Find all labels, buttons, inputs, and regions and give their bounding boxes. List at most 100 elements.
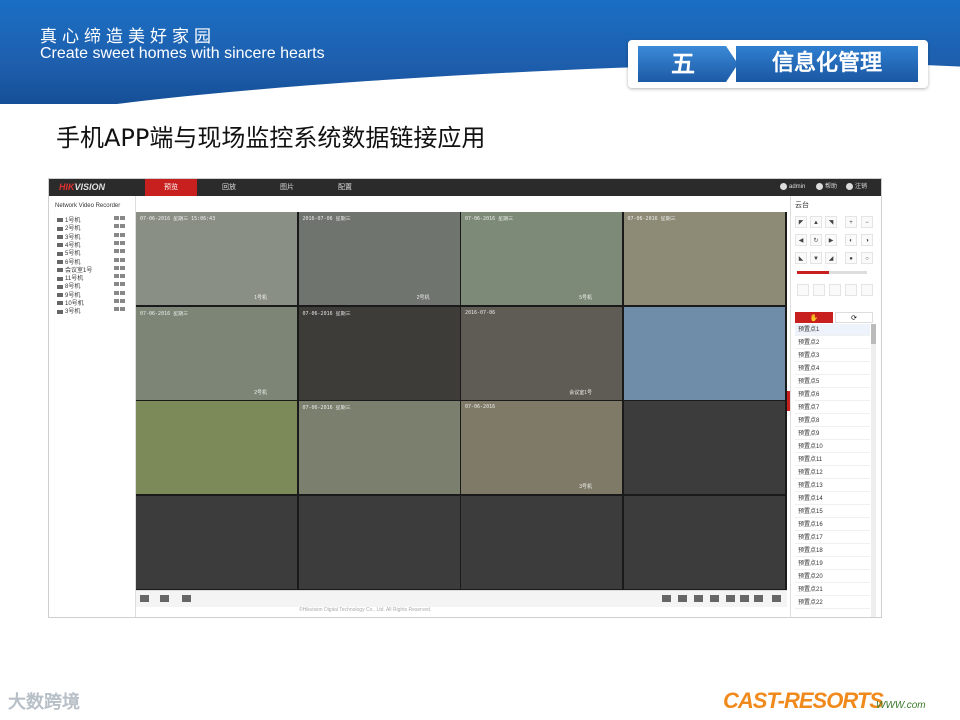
device-item[interactable]: 1号机 bbox=[57, 215, 131, 224]
video-tile[interactable]: 07-06-2016 星期三 5号机 bbox=[461, 212, 622, 305]
tab-presets[interactable]: ✋ bbox=[795, 312, 833, 323]
video-tile[interactable] bbox=[623, 401, 785, 494]
preset-item[interactable]: 预置点1 bbox=[795, 324, 870, 336]
ptz-auto-icon[interactable]: ↻ bbox=[810, 234, 822, 246]
device-item[interactable]: 8号机 bbox=[57, 281, 131, 290]
preset-item[interactable]: 预置点3 bbox=[795, 350, 870, 362]
preset-item[interactable]: 预置点20 bbox=[795, 571, 870, 583]
empty-video-tile[interactable] bbox=[461, 495, 622, 589]
device-item[interactable]: 5号机 bbox=[57, 248, 131, 257]
video-tile[interactable] bbox=[623, 306, 785, 400]
device-item[interactable]: 4号机 bbox=[57, 240, 131, 249]
help-link[interactable]: 帮助 bbox=[816, 179, 837, 196]
preset-scrollbar[interactable] bbox=[871, 324, 876, 617]
preset-item[interactable]: 预置点15 bbox=[795, 506, 870, 518]
device-actions[interactable] bbox=[113, 290, 127, 296]
zoom-icon[interactable] bbox=[710, 595, 719, 602]
device-item[interactable]: 2号机 bbox=[57, 223, 131, 232]
device-item[interactable]: 9号机 bbox=[57, 290, 131, 299]
fullscreen-icon[interactable] bbox=[772, 595, 781, 602]
device-actions[interactable] bbox=[113, 299, 127, 304]
device-actions[interactable] bbox=[113, 265, 127, 271]
preset-item[interactable]: 预置点4 bbox=[795, 363, 870, 375]
preset-item[interactable]: 预置点8 bbox=[795, 415, 870, 427]
microphone-icon[interactable] bbox=[182, 595, 191, 602]
focus-far-icon[interactable]: ◑ bbox=[861, 234, 873, 246]
init-lens-icon[interactable] bbox=[845, 284, 857, 296]
next-page-icon[interactable] bbox=[740, 595, 749, 602]
ptz-right-icon[interactable]: ▶ bbox=[825, 234, 837, 246]
zoom-out-icon[interactable]: − bbox=[861, 216, 873, 228]
stream-icon[interactable] bbox=[160, 595, 169, 602]
iris-close-icon[interactable]: ○ bbox=[861, 252, 873, 264]
ptz-down-left-icon[interactable]: ◣ bbox=[795, 252, 807, 264]
empty-video-tile[interactable] bbox=[136, 495, 297, 589]
device-item[interactable]: 10号机 bbox=[57, 298, 131, 307]
preset-item[interactable]: 预置点10 bbox=[795, 441, 870, 453]
video-tile[interactable]: 07-06-2016 星期三 bbox=[298, 306, 460, 400]
preset-item[interactable]: 预置点17 bbox=[795, 532, 870, 544]
video-tile[interactable]: 07-06-2016 3号机 bbox=[461, 401, 622, 494]
preset-item[interactable]: 预置点12 bbox=[795, 467, 870, 479]
iris-open-icon[interactable]: ● bbox=[845, 252, 857, 264]
preset-item[interactable]: 预置点6 bbox=[795, 389, 870, 401]
empty-video-tile[interactable] bbox=[298, 495, 460, 589]
device-item[interactable]: 11号机 bbox=[57, 273, 131, 282]
tab-patrols[interactable]: ⟳ bbox=[835, 312, 873, 323]
device-item[interactable]: 会议室1号 bbox=[57, 265, 131, 274]
user-menu[interactable]: admin bbox=[780, 179, 805, 196]
preset-item[interactable]: 预置点5 bbox=[795, 376, 870, 388]
device-actions[interactable] bbox=[113, 282, 127, 287]
device-actions[interactable] bbox=[113, 307, 127, 312]
device-item[interactable]: 3号机 bbox=[57, 306, 131, 315]
layout-icon[interactable] bbox=[140, 595, 149, 602]
wiper-icon[interactable] bbox=[813, 284, 825, 296]
tab-playback[interactable]: 回放 bbox=[203, 179, 255, 196]
device-actions[interactable] bbox=[113, 257, 127, 263]
device-root[interactable]: Network Video Recorder bbox=[55, 203, 120, 209]
preset-item[interactable]: 预置点18 bbox=[795, 545, 870, 557]
preset-item[interactable]: 预置点9 bbox=[795, 428, 870, 440]
preset-item[interactable]: 预置点19 bbox=[795, 558, 870, 570]
aux-focus-icon[interactable] bbox=[829, 284, 841, 296]
preset-item[interactable]: 预置点13 bbox=[795, 480, 870, 492]
capture-icon[interactable] bbox=[678, 595, 687, 602]
device-actions[interactable] bbox=[113, 224, 127, 229]
preset-item[interactable]: 预置点16 bbox=[795, 519, 870, 531]
prev-page-icon[interactable] bbox=[726, 595, 735, 602]
record-icon[interactable] bbox=[694, 595, 703, 602]
ptz-down-right-icon[interactable]: ◢ bbox=[825, 252, 837, 264]
preset-item[interactable]: 预置点7 bbox=[795, 402, 870, 414]
video-tile[interactable]: 2016-07-06 会议室1号 bbox=[461, 306, 622, 400]
device-item[interactable]: 6号机 bbox=[57, 257, 131, 266]
video-tile[interactable] bbox=[136, 401, 297, 494]
menu-icon[interactable] bbox=[861, 284, 873, 296]
logout-link[interactable]: 注销 bbox=[846, 179, 867, 196]
ptz-up-icon[interactable]: ▲ bbox=[810, 216, 822, 228]
light-icon[interactable] bbox=[797, 284, 809, 296]
device-actions[interactable] bbox=[113, 240, 127, 246]
ptz-left-icon[interactable]: ◀ bbox=[795, 234, 807, 246]
volume-icon[interactable] bbox=[754, 595, 763, 602]
ptz-up-right-icon[interactable]: ◥ bbox=[825, 216, 837, 228]
tab-preview[interactable]: 预览 bbox=[145, 179, 197, 196]
video-tile[interactable]: 2016-07-06 星期三 2号机 bbox=[298, 212, 460, 305]
device-actions[interactable] bbox=[113, 274, 127, 279]
tab-configuration[interactable]: 配置 bbox=[319, 179, 371, 196]
device-actions[interactable] bbox=[113, 216, 127, 221]
zoom-in-icon[interactable]: + bbox=[845, 216, 857, 228]
device-item[interactable]: 3号机 bbox=[57, 232, 131, 241]
preset-item[interactable]: 预置点21 bbox=[795, 584, 870, 596]
stop-all-icon[interactable] bbox=[662, 595, 671, 602]
device-actions[interactable] bbox=[113, 232, 127, 238]
preset-item[interactable]: 预置点2 bbox=[795, 337, 870, 349]
device-actions[interactable] bbox=[113, 249, 127, 254]
preset-item[interactable]: 预置点11 bbox=[795, 454, 870, 466]
ptz-up-left-icon[interactable]: ◤ bbox=[795, 216, 807, 228]
ptz-down-icon[interactable]: ▼ bbox=[810, 252, 822, 264]
preset-item[interactable]: 预置点14 bbox=[795, 493, 870, 505]
ptz-speed-slider[interactable] bbox=[797, 271, 867, 274]
video-tile[interactable]: 07-06-2016 星期三 15:06:43 1号机 bbox=[136, 212, 297, 305]
tab-picture[interactable]: 图片 bbox=[261, 179, 313, 196]
video-tile[interactable]: 07-06-2016 星期三 2号机 bbox=[136, 306, 297, 400]
